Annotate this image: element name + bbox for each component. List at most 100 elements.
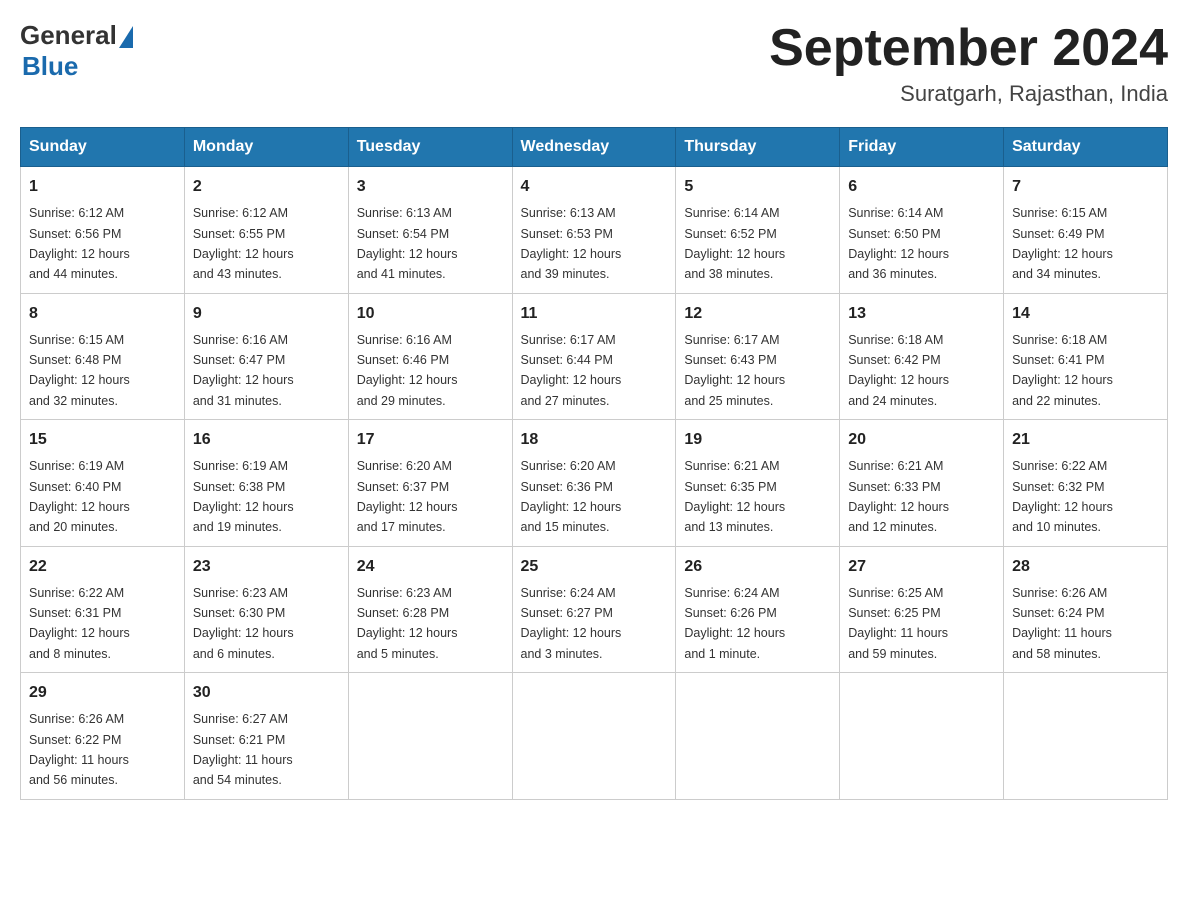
table-row: 8 Sunrise: 6:15 AMSunset: 6:48 PMDayligh… <box>21 293 185 420</box>
day-info: Sunrise: 6:18 AMSunset: 6:41 PMDaylight:… <box>1012 333 1113 408</box>
day-info: Sunrise: 6:16 AMSunset: 6:47 PMDaylight:… <box>193 333 294 408</box>
table-row: 30 Sunrise: 6:27 AMSunset: 6:21 PMDaylig… <box>184 673 348 800</box>
header-monday: Monday <box>184 128 348 167</box>
table-row <box>676 673 840 800</box>
table-row: 7 Sunrise: 6:15 AMSunset: 6:49 PMDayligh… <box>1004 167 1168 294</box>
day-number: 13 <box>848 302 995 326</box>
day-info: Sunrise: 6:25 AMSunset: 6:25 PMDaylight:… <box>848 586 948 661</box>
header-saturday: Saturday <box>1004 128 1168 167</box>
day-number: 1 <box>29 175 176 199</box>
day-info: Sunrise: 6:18 AMSunset: 6:42 PMDaylight:… <box>848 333 949 408</box>
day-number: 29 <box>29 681 176 705</box>
logo-general-text: General <box>20 20 117 51</box>
day-info: Sunrise: 6:15 AMSunset: 6:48 PMDaylight:… <box>29 333 130 408</box>
day-info: Sunrise: 6:16 AMSunset: 6:46 PMDaylight:… <box>357 333 458 408</box>
day-number: 19 <box>684 428 831 452</box>
day-info: Sunrise: 6:24 AMSunset: 6:26 PMDaylight:… <box>684 586 785 661</box>
header-friday: Friday <box>840 128 1004 167</box>
day-info: Sunrise: 6:23 AMSunset: 6:30 PMDaylight:… <box>193 586 294 661</box>
day-number: 30 <box>193 681 340 705</box>
day-number: 8 <box>29 302 176 326</box>
table-row: 12 Sunrise: 6:17 AMSunset: 6:43 PMDaylig… <box>676 293 840 420</box>
day-number: 10 <box>357 302 504 326</box>
day-info: Sunrise: 6:13 AMSunset: 6:53 PMDaylight:… <box>521 206 622 281</box>
day-number: 26 <box>684 555 831 579</box>
table-row: 13 Sunrise: 6:18 AMSunset: 6:42 PMDaylig… <box>840 293 1004 420</box>
table-row: 21 Sunrise: 6:22 AMSunset: 6:32 PMDaylig… <box>1004 420 1168 547</box>
calendar-week-2: 8 Sunrise: 6:15 AMSunset: 6:48 PMDayligh… <box>21 293 1168 420</box>
day-number: 3 <box>357 175 504 199</box>
table-row <box>840 673 1004 800</box>
table-row: 5 Sunrise: 6:14 AMSunset: 6:52 PMDayligh… <box>676 167 840 294</box>
table-row: 16 Sunrise: 6:19 AMSunset: 6:38 PMDaylig… <box>184 420 348 547</box>
table-row: 27 Sunrise: 6:25 AMSunset: 6:25 PMDaylig… <box>840 546 1004 673</box>
day-info: Sunrise: 6:22 AMSunset: 6:32 PMDaylight:… <box>1012 459 1113 534</box>
header-sunday: Sunday <box>21 128 185 167</box>
day-number: 22 <box>29 555 176 579</box>
header-wednesday: Wednesday <box>512 128 676 167</box>
table-row: 4 Sunrise: 6:13 AMSunset: 6:53 PMDayligh… <box>512 167 676 294</box>
day-info: Sunrise: 6:14 AMSunset: 6:52 PMDaylight:… <box>684 206 785 281</box>
title-section: September 2024 Suratgarh, Rajasthan, Ind… <box>769 20 1168 107</box>
day-number: 18 <box>521 428 668 452</box>
day-number: 5 <box>684 175 831 199</box>
calendar-week-4: 22 Sunrise: 6:22 AMSunset: 6:31 PMDaylig… <box>21 546 1168 673</box>
day-info: Sunrise: 6:15 AMSunset: 6:49 PMDaylight:… <box>1012 206 1113 281</box>
calendar-table: Sunday Monday Tuesday Wednesday Thursday… <box>20 127 1168 800</box>
day-number: 4 <box>521 175 668 199</box>
day-info: Sunrise: 6:26 AMSunset: 6:22 PMDaylight:… <box>29 712 129 787</box>
table-row: 6 Sunrise: 6:14 AMSunset: 6:50 PMDayligh… <box>840 167 1004 294</box>
day-info: Sunrise: 6:26 AMSunset: 6:24 PMDaylight:… <box>1012 586 1112 661</box>
table-row <box>1004 673 1168 800</box>
table-row: 17 Sunrise: 6:20 AMSunset: 6:37 PMDaylig… <box>348 420 512 547</box>
day-info: Sunrise: 6:12 AMSunset: 6:55 PMDaylight:… <box>193 206 294 281</box>
day-number: 17 <box>357 428 504 452</box>
month-title: September 2024 <box>769 20 1168 77</box>
day-number: 2 <box>193 175 340 199</box>
day-info: Sunrise: 6:22 AMSunset: 6:31 PMDaylight:… <box>29 586 130 661</box>
day-info: Sunrise: 6:17 AMSunset: 6:44 PMDaylight:… <box>521 333 622 408</box>
logo: General Blue <box>20 20 133 82</box>
table-row: 3 Sunrise: 6:13 AMSunset: 6:54 PMDayligh… <box>348 167 512 294</box>
day-number: 20 <box>848 428 995 452</box>
logo-triangle-icon <box>119 26 133 48</box>
table-row: 14 Sunrise: 6:18 AMSunset: 6:41 PMDaylig… <box>1004 293 1168 420</box>
day-info: Sunrise: 6:12 AMSunset: 6:56 PMDaylight:… <box>29 206 130 281</box>
table-row: 9 Sunrise: 6:16 AMSunset: 6:47 PMDayligh… <box>184 293 348 420</box>
table-row: 25 Sunrise: 6:24 AMSunset: 6:27 PMDaylig… <box>512 546 676 673</box>
day-number: 15 <box>29 428 176 452</box>
calendar-week-5: 29 Sunrise: 6:26 AMSunset: 6:22 PMDaylig… <box>21 673 1168 800</box>
logo-blue-text: Blue <box>22 51 78 82</box>
day-info: Sunrise: 6:24 AMSunset: 6:27 PMDaylight:… <box>521 586 622 661</box>
day-info: Sunrise: 6:20 AMSunset: 6:36 PMDaylight:… <box>521 459 622 534</box>
day-number: 7 <box>1012 175 1159 199</box>
day-number: 12 <box>684 302 831 326</box>
day-number: 21 <box>1012 428 1159 452</box>
day-info: Sunrise: 6:21 AMSunset: 6:33 PMDaylight:… <box>848 459 949 534</box>
day-info: Sunrise: 6:27 AMSunset: 6:21 PMDaylight:… <box>193 712 293 787</box>
table-row: 26 Sunrise: 6:24 AMSunset: 6:26 PMDaylig… <box>676 546 840 673</box>
table-row: 22 Sunrise: 6:22 AMSunset: 6:31 PMDaylig… <box>21 546 185 673</box>
day-info: Sunrise: 6:20 AMSunset: 6:37 PMDaylight:… <box>357 459 458 534</box>
calendar-week-1: 1 Sunrise: 6:12 AMSunset: 6:56 PMDayligh… <box>21 167 1168 294</box>
table-row: 15 Sunrise: 6:19 AMSunset: 6:40 PMDaylig… <box>21 420 185 547</box>
day-number: 25 <box>521 555 668 579</box>
table-row <box>348 673 512 800</box>
header-tuesday: Tuesday <box>348 128 512 167</box>
day-number: 6 <box>848 175 995 199</box>
table-row: 10 Sunrise: 6:16 AMSunset: 6:46 PMDaylig… <box>348 293 512 420</box>
day-number: 23 <box>193 555 340 579</box>
day-info: Sunrise: 6:23 AMSunset: 6:28 PMDaylight:… <box>357 586 458 661</box>
table-row: 23 Sunrise: 6:23 AMSunset: 6:30 PMDaylig… <box>184 546 348 673</box>
day-info: Sunrise: 6:13 AMSunset: 6:54 PMDaylight:… <box>357 206 458 281</box>
table-row: 24 Sunrise: 6:23 AMSunset: 6:28 PMDaylig… <box>348 546 512 673</box>
day-number: 28 <box>1012 555 1159 579</box>
day-info: Sunrise: 6:19 AMSunset: 6:38 PMDaylight:… <box>193 459 294 534</box>
table-row: 28 Sunrise: 6:26 AMSunset: 6:24 PMDaylig… <box>1004 546 1168 673</box>
table-row <box>512 673 676 800</box>
day-number: 14 <box>1012 302 1159 326</box>
page-header: General Blue September 2024 Suratgarh, R… <box>20 20 1168 107</box>
day-number: 24 <box>357 555 504 579</box>
table-row: 20 Sunrise: 6:21 AMSunset: 6:33 PMDaylig… <box>840 420 1004 547</box>
table-row: 18 Sunrise: 6:20 AMSunset: 6:36 PMDaylig… <box>512 420 676 547</box>
